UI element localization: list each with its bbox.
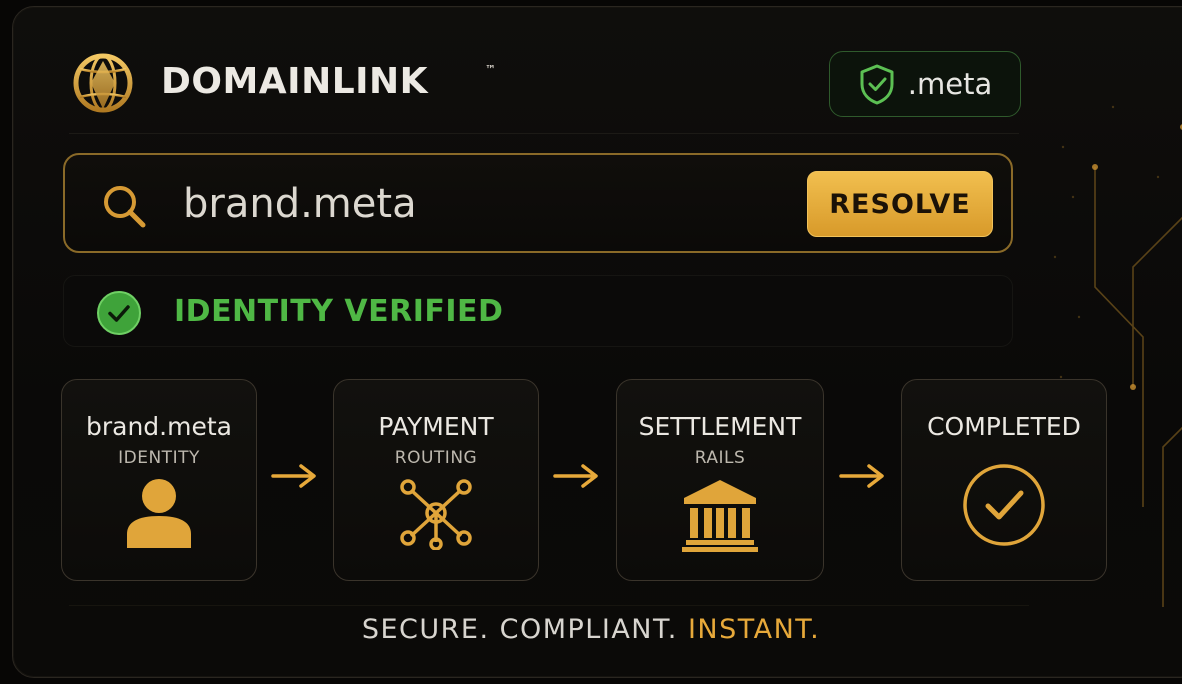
step-subtitle: IDENTITY [118, 448, 200, 468]
payment-flow: brand.meta IDENTITY PAYMENT ROUTING SETT… [61, 379, 1121, 583]
tld-badge[interactable]: .meta [829, 51, 1021, 117]
shield-check-icon [860, 64, 894, 105]
check-circle-icon [97, 291, 141, 335]
footer-divider [69, 605, 1029, 606]
tagline-accent: INSTANT. [687, 614, 821, 645]
tagline: SECURE. COMPLIANT. INSTANT. [0, 614, 1182, 645]
search-bar: RESOLVE [63, 153, 1013, 253]
trademark: ™ [485, 63, 496, 76]
header-divider [69, 133, 1019, 134]
brand-name: DOMAINLINK [161, 61, 429, 102]
flow-step-payment[interactable]: PAYMENT ROUTING [333, 379, 539, 581]
globe-icon [73, 53, 133, 113]
step-subtitle: RAILS [694, 448, 746, 468]
bank-icon [682, 480, 758, 552]
arrow-right-icon [553, 464, 598, 488]
check-circle-icon [963, 464, 1045, 546]
step-title: brand.meta [86, 412, 232, 441]
search-input[interactable] [183, 177, 783, 231]
status-text: IDENTITY VERIFIED [174, 294, 504, 329]
flow-step-completed[interactable]: COMPLETED [901, 379, 1107, 581]
flow-step-identity[interactable]: brand.meta IDENTITY [61, 379, 257, 581]
arrow-right-icon [839, 464, 884, 488]
tagline-main: SECURE. COMPLIANT. [361, 614, 688, 645]
resolve-button[interactable]: RESOLVE [807, 171, 993, 237]
arrow-right-icon [271, 464, 316, 488]
step-title: SETTLEMENT [638, 412, 802, 441]
user-icon [127, 479, 191, 548]
identity-status: IDENTITY VERIFIED [63, 275, 1013, 347]
tld-label: .meta [907, 67, 993, 101]
network-icon [400, 479, 472, 550]
step-subtitle: ROUTING [394, 448, 478, 468]
step-title: PAYMENT [378, 412, 494, 441]
search-icon [104, 186, 146, 228]
main-card: DOMAINLINK ™ .meta RESOLVE IDENTITY VERI… [12, 6, 1182, 678]
flow-step-settlement[interactable]: SETTLEMENT RAILS [616, 379, 824, 581]
step-title: COMPLETED [927, 412, 1081, 441]
header: DOMAINLINK ™ .meta [69, 43, 1029, 123]
